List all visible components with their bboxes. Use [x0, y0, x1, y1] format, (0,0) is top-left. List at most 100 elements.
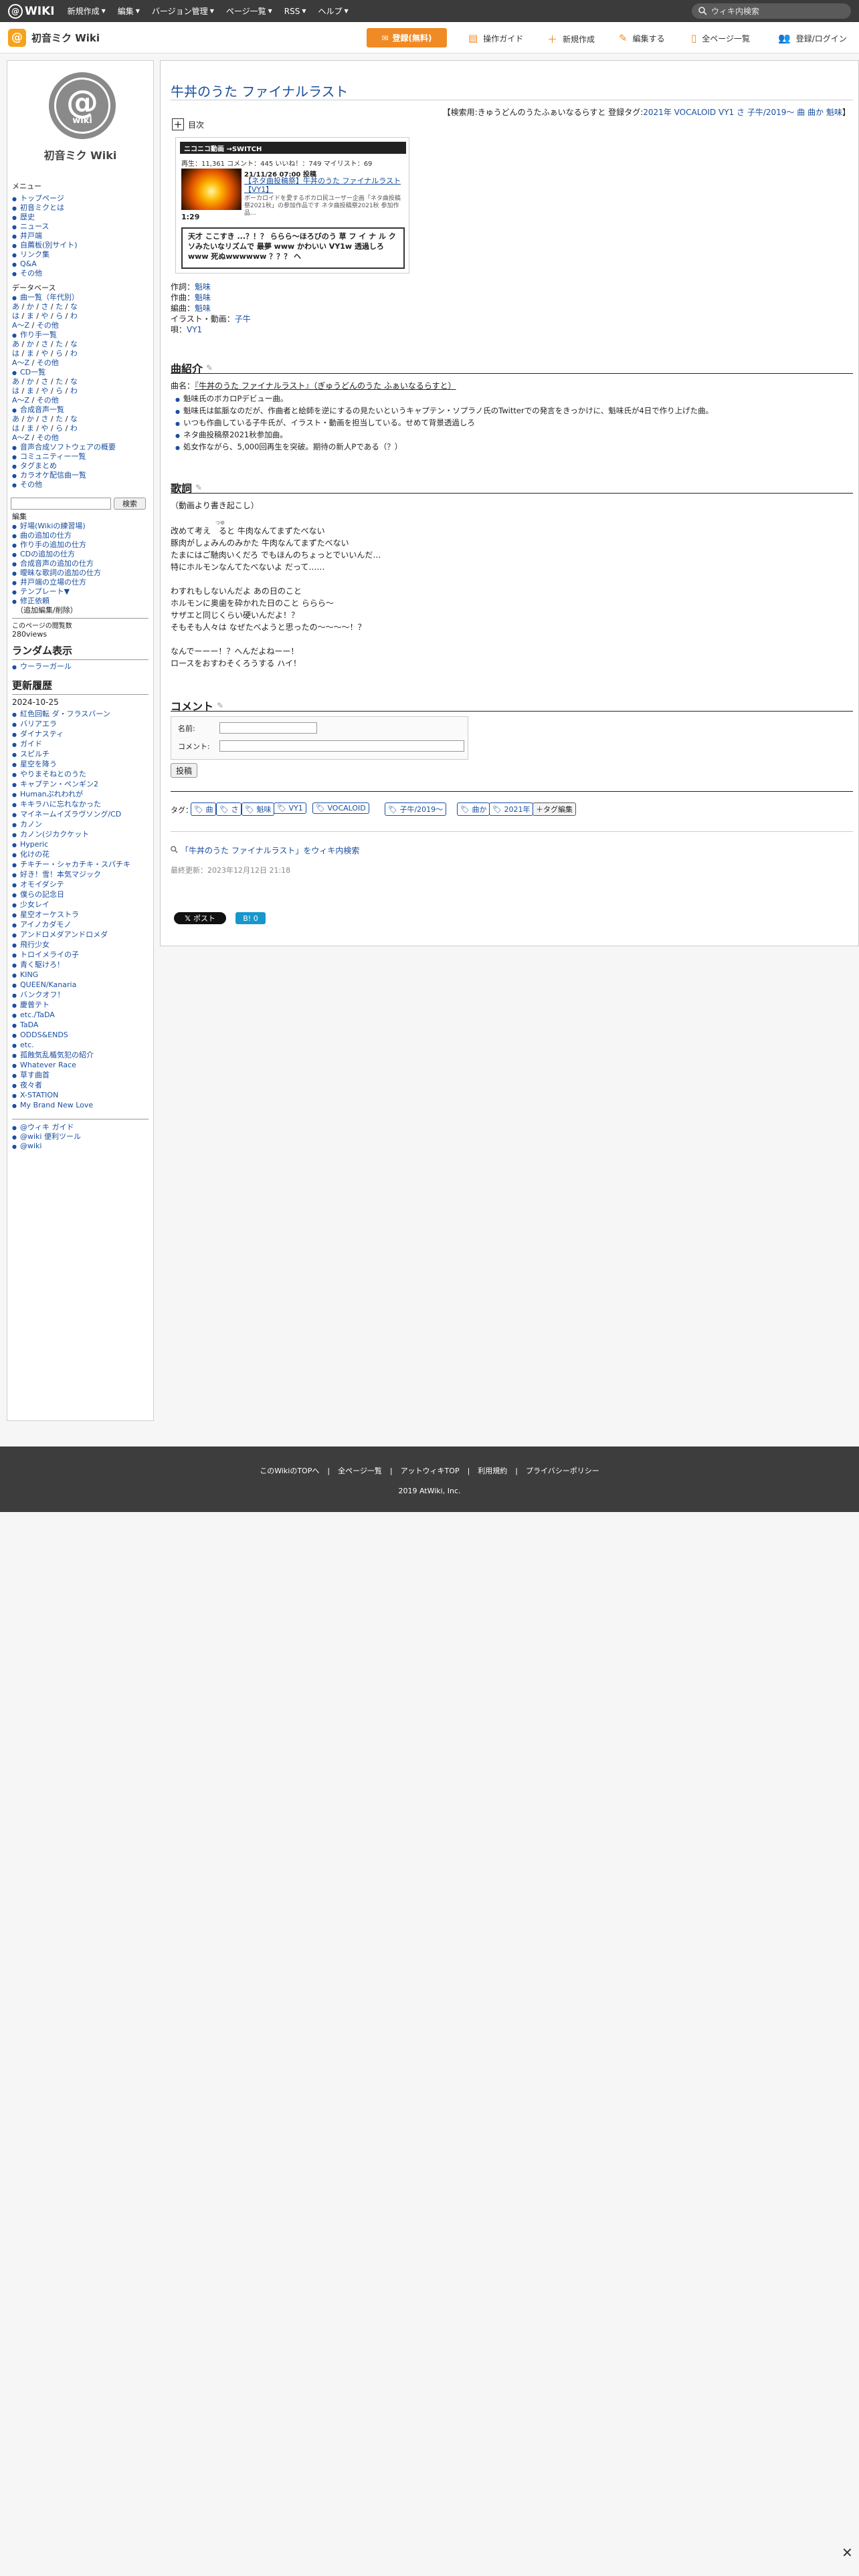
recent-update-link[interactable]: ● Whatever Race: [12, 1061, 76, 1071]
random-link[interactable]: ● ウーラーガール: [12, 662, 72, 672]
kana-link[interactable]: さ: [41, 415, 48, 423]
recent-update-link[interactable]: ● やりまそねとのうた: [12, 770, 86, 780]
recent-update-link[interactable]: ● 夜々者: [12, 1081, 42, 1091]
registered-tag-link[interactable]: VY1: [719, 108, 734, 117]
sidebar-search-button[interactable]: 検索: [114, 498, 146, 510]
recent-update-link[interactable]: ● ダイナスティ: [12, 730, 64, 740]
atwiki-tool-link[interactable]: ● @ウィキ ガイド: [12, 1123, 74, 1133]
tag-link[interactable]: 🏷 VOCALOID: [312, 802, 369, 814]
recent-update-link[interactable]: ● 飛行少女: [12, 940, 50, 950]
atwiki-tool-link[interactable]: ● @wiki 便利ツール: [12, 1132, 81, 1142]
kana-link[interactable]: か: [27, 415, 34, 423]
recent-update-link[interactable]: ● マイネームイズラヴソング/CD: [12, 810, 121, 820]
sidebar-menu-item[interactable]: ● その他: [12, 269, 42, 279]
close-icon[interactable]: ✕: [842, 2545, 853, 2561]
nav-rss[interactable]: RSS ▼: [278, 0, 312, 22]
recent-update-link[interactable]: ● KING: [12, 970, 38, 980]
footer-link[interactable]: アットウィキTOP: [401, 1467, 460, 1475]
kana-link[interactable]: た: [56, 377, 63, 386]
recent-update-link[interactable]: ● Humanぷれわれが: [12, 790, 83, 800]
recent-update-link[interactable]: ● チキチー・シャカチキ・スパチキ: [12, 860, 130, 870]
az-link[interactable]: A〜Z: [12, 321, 29, 330]
all-pages-link[interactable]: ▯ 全ページ一覧: [691, 32, 750, 44]
recent-update-link[interactable]: ● アンドロメダアンドロメダ: [12, 930, 108, 940]
page-title[interactable]: 牛丼のうた ファイナルラスト: [171, 81, 349, 100]
credit-link[interactable]: 魁味: [195, 293, 211, 302]
az-link[interactable]: A〜Z: [12, 433, 29, 442]
az-link[interactable]: A〜Z: [12, 358, 29, 367]
video-thumbnail[interactable]: [181, 169, 242, 210]
kana-link[interactable]: か: [27, 377, 34, 386]
registered-tag-link[interactable]: 2021年: [643, 108, 672, 117]
edit-link[interactable]: ● テンプレート▼: [12, 587, 70, 597]
tag-link[interactable]: 🏷 さ: [216, 802, 242, 816]
kana-link[interactable]: は: [12, 312, 19, 320]
recent-update-link[interactable]: ● QUEEN/Kanaria: [12, 980, 76, 990]
kana-link[interactable]: ら: [56, 387, 63, 395]
kana-link[interactable]: は: [12, 424, 19, 433]
recent-update-link[interactable]: ● トロイメライの子: [12, 950, 79, 960]
recent-update-link[interactable]: ● Hyperic: [12, 840, 48, 850]
tag-link[interactable]: 🏷 曲か: [457, 802, 490, 816]
kana-link[interactable]: か: [27, 340, 34, 348]
credit-link[interactable]: VY1: [187, 325, 202, 334]
sidebar-search-input[interactable]: [11, 498, 111, 510]
tag-link[interactable]: 🏷 子牛/2019〜: [385, 802, 447, 816]
other-link[interactable]: その他: [37, 358, 59, 367]
kana-link[interactable]: た: [56, 340, 63, 348]
recent-update-link[interactable]: ● カノン(ジカクケット: [12, 830, 89, 840]
edit-pencil-icon[interactable]: ✎: [195, 483, 202, 492]
recent-update-link[interactable]: ● 孤蝕気乱楯気犯の紹介: [12, 1051, 94, 1061]
recent-update-link[interactable]: ● 星空オーケストラ: [12, 910, 79, 920]
edit-link[interactable]: ● 好場(Wikiの練習場): [12, 522, 86, 532]
az-link[interactable]: A〜Z: [12, 396, 29, 405]
kana-link[interactable]: さ: [41, 340, 48, 348]
tag-link[interactable]: 🏷 VY1: [274, 802, 306, 814]
recent-update-link[interactable]: ● 僕らの記念日: [12, 890, 64, 900]
tag-link[interactable]: 🏷 2021年: [489, 802, 534, 816]
guide-link[interactable]: ▤ 操作ガイド: [468, 32, 523, 44]
hatena-bookmark-button[interactable]: B! 0: [235, 912, 266, 924]
recent-update-link[interactable]: ● etc.: [12, 1041, 34, 1051]
db-more-link[interactable]: ● タグまとめ: [12, 461, 57, 471]
credit-link[interactable]: 子牛: [235, 314, 251, 324]
edit-link[interactable]: ● 曖昧な歌詞の追加の仕方: [12, 568, 101, 578]
credit-link[interactable]: 魁味: [195, 304, 211, 313]
wiki-search-link[interactable]: 「牛丼のうた ファイナルラスト」をウィキ内検索: [171, 845, 359, 856]
recent-update-link[interactable]: ● 化けの花: [12, 850, 50, 860]
kana-link[interactable]: ま: [27, 424, 34, 433]
recent-update-link[interactable]: ● ガイド: [12, 740, 42, 750]
recent-update-link[interactable]: ● オモイダシテ: [12, 880, 64, 890]
kana-link[interactable]: あ: [12, 377, 19, 386]
wiki-search-input[interactable]: ウィキ内検索: [692, 3, 851, 19]
kana-link[interactable]: な: [70, 377, 78, 386]
recent-update-link[interactable]: ● バリアエラ: [12, 720, 57, 730]
kana-link[interactable]: ま: [27, 312, 34, 320]
recent-update-link[interactable]: ● 青く駆けろ！: [12, 960, 64, 970]
recent-update-link[interactable]: ● 星空を降う: [12, 760, 57, 770]
recent-update-link[interactable]: ● ODDS&ENDS: [12, 1031, 68, 1041]
registered-tag-link[interactable]: 子牛/2019〜: [747, 108, 795, 117]
db-cds-link[interactable]: ● CD一覧: [12, 368, 45, 378]
kana-link[interactable]: は: [12, 387, 19, 395]
footer-link[interactable]: 全ページ一覧: [338, 1467, 382, 1475]
sidebar-menu-item[interactable]: ● 歴史: [12, 213, 35, 223]
edit-link[interactable]: ● 合成音声の追加の仕方: [12, 559, 94, 569]
footer-link[interactable]: プライバシーポリシー: [526, 1467, 599, 1475]
kana-link[interactable]: わ: [70, 349, 78, 358]
kana-link[interactable]: た: [56, 302, 63, 311]
recent-update-link[interactable]: ● バンクオフ！: [12, 990, 65, 1000]
nav-pages[interactable]: ページ一覧 ▼: [220, 0, 278, 22]
recent-update-link[interactable]: ● My Brand New Love: [12, 1101, 93, 1111]
edit-link[interactable]: ● 修正依頼: [12, 597, 50, 607]
sidebar-menu-item[interactable]: ● トップページ: [12, 194, 64, 204]
kana-link[interactable]: あ: [12, 302, 19, 311]
recent-update-link[interactable]: ● カノン: [12, 820, 42, 830]
kana-link[interactable]: あ: [12, 415, 19, 423]
db-more-link[interactable]: ● 音声合成ソフトウェアの概要: [12, 443, 116, 453]
kana-link[interactable]: わ: [70, 312, 78, 320]
kana-link[interactable]: ら: [56, 349, 63, 358]
kana-link[interactable]: ら: [56, 312, 63, 320]
kana-link[interactable]: は: [12, 349, 19, 358]
kana-link[interactable]: ま: [27, 387, 34, 395]
